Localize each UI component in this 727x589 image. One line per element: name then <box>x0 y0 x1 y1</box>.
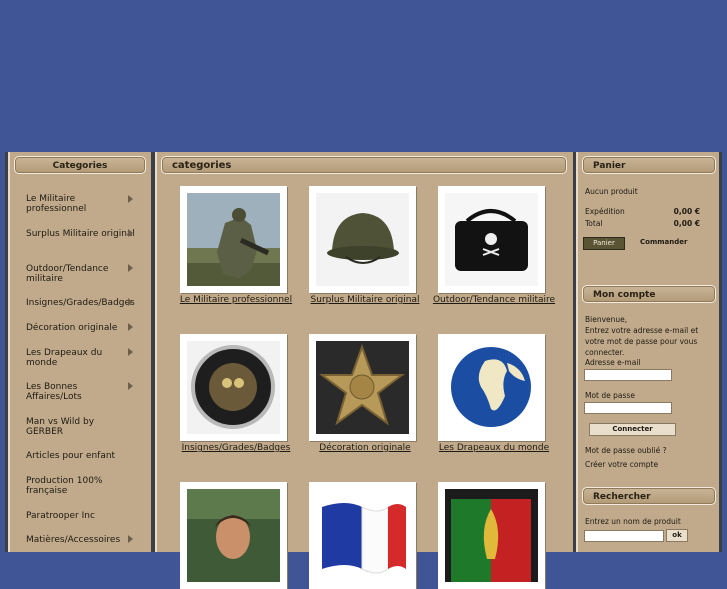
helmet-image <box>316 193 409 286</box>
chevron-right-icon <box>128 298 133 306</box>
product-card-drapeaux[interactable] <box>438 334 545 441</box>
search-header: Rechercher <box>582 487 716 505</box>
chevron-right-icon <box>128 323 133 331</box>
total-label: Total <box>585 219 603 228</box>
account-header: Mon compte <box>582 285 716 303</box>
product-card-outdoor[interactable] <box>438 186 545 293</box>
sidebar-item-man-vs-wild[interactable]: Man vs Wild by GERBER <box>26 417 116 437</box>
sidebar-item-surplus[interactable]: Surplus Militaire original <box>26 229 138 239</box>
sidebar-item-decoration[interactable]: Décoration originale <box>26 323 138 333</box>
sidebar-item-production-francaise[interactable]: Production 100% française <box>26 476 121 496</box>
shipping-value: 0,00 € <box>673 207 700 216</box>
password-label: Mot de passe <box>585 391 635 400</box>
email-label: Adresse e-mail <box>585 358 641 367</box>
password-field[interactable] <box>584 402 672 414</box>
create-account-link[interactable]: Créer votre compte <box>585 459 658 470</box>
search-label: Entrez un nom de produit <box>585 517 681 526</box>
product-card-surplus[interactable] <box>309 186 416 293</box>
legion-badge-image <box>445 489 538 582</box>
product-card-decoration[interactable] <box>309 334 416 441</box>
product-caption[interactable]: Le Militaire professionnel <box>171 295 301 305</box>
login-instructions: Entrez votre adresse e-mail et votre mot… <box>585 326 699 357</box>
chevron-right-icon <box>128 264 133 272</box>
sidebar-item-paratrooper[interactable]: Paratrooper Inc <box>26 511 138 521</box>
shipping-label: Expédition <box>585 207 625 216</box>
cart-header: Panier <box>582 156 716 174</box>
sidebar-item-militaire[interactable]: Le Militaire professionnel <box>26 194 138 214</box>
login-button[interactable]: Connecter <box>589 423 676 436</box>
chevron-right-icon <box>128 382 133 390</box>
sidebar-item-bonnes-affaires[interactable]: Les Bonnes Affaires/Lots <box>26 382 116 402</box>
soldier-image <box>187 193 280 286</box>
product-caption[interactable]: Surplus Militaire original <box>300 295 430 305</box>
product-card-militaire[interactable] <box>180 186 287 293</box>
search-input[interactable] <box>584 530 664 542</box>
globe-image <box>445 341 538 434</box>
cart-empty-text: Aucun produit <box>585 187 638 196</box>
checkout-button[interactable]: Commander <box>640 237 687 248</box>
product-caption[interactable]: Les Drapeaux du monde <box>429 443 559 453</box>
product-card-man-vs-wild[interactable] <box>180 482 287 589</box>
product-caption[interactable]: Outdoor/Tendance militaire <box>429 295 559 305</box>
coin-image <box>187 341 280 434</box>
search-button[interactable]: ok <box>666 529 688 542</box>
welcome-text: Bienvenue, <box>585 315 628 324</box>
product-caption[interactable]: Décoration originale <box>300 443 430 453</box>
chevron-right-icon <box>128 195 133 203</box>
sidebar-item-insignes[interactable]: Insignes/Grades/Badges <box>26 298 144 308</box>
sidebar-item-outdoor[interactable]: Outdoor/Tendance militaire <box>26 264 138 284</box>
sidebar-item-matieres[interactable]: Matières/Accessoires <box>26 535 138 545</box>
star-badge-image <box>316 341 409 434</box>
view-cart-button[interactable]: Panier <box>583 237 625 250</box>
bag-image <box>445 193 538 286</box>
chevron-right-icon <box>128 348 133 356</box>
product-card-insignes[interactable] <box>180 334 287 441</box>
man-portrait-image <box>187 489 280 582</box>
forgot-password-link[interactable]: Mot de passe oublié ? <box>585 445 667 456</box>
email-field[interactable] <box>584 369 672 381</box>
sidebar-item-drapeaux[interactable]: Les Drapeaux du monde <box>26 348 116 368</box>
chevron-right-icon <box>128 229 133 237</box>
sidebar-item-enfant[interactable]: Articles pour enfant <box>26 451 138 461</box>
product-caption[interactable]: Insignes/Grades/Badges <box>171 443 301 453</box>
product-card-production-francaise[interactable] <box>309 482 416 589</box>
french-flag-image <box>316 489 409 582</box>
total-value: 0,00 € <box>673 219 700 228</box>
chevron-right-icon <box>128 535 133 543</box>
product-card-paratrooper[interactable] <box>438 482 545 589</box>
categories-header: Categories <box>14 156 146 174</box>
page-title: categories <box>161 156 567 174</box>
